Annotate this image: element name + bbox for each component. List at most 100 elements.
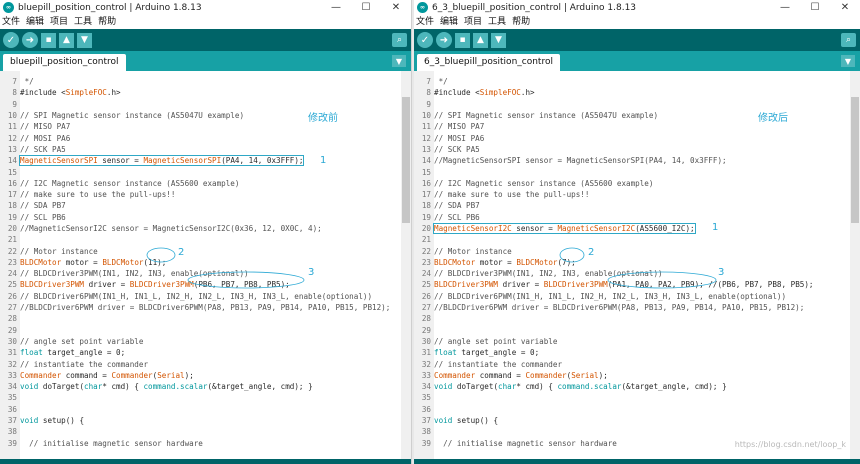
code-line[interactable]: 33 Commander command = Commander(Serial); — [0, 370, 401, 381]
code-line[interactable]: 17// make sure to use the pull-ups!! — [414, 189, 850, 200]
save-icon[interactable]: ▼ — [77, 32, 92, 48]
code-line[interactable]: 34 void doTarget(char* cmd) { command.sca… — [414, 381, 850, 392]
code-line[interactable]: 14//MagneticSensorSPI sensor = MagneticS… — [414, 155, 850, 166]
code-line[interactable]: 38 — [414, 426, 850, 437]
code-line[interactable]: 30// angle set point variable — [0, 336, 401, 347]
code-line[interactable]: 23 BLDCMotor motor = BLDCMotor(11); — [0, 257, 401, 268]
code-line[interactable]: 37 void setup() { — [0, 415, 401, 426]
code-line[interactable]: 9 — [0, 99, 401, 110]
code-line[interactable]: 16// I2C Magnetic sensor instance (AS560… — [0, 178, 401, 189]
code-line[interactable]: 15 — [0, 166, 401, 177]
code-line[interactable]: 16// I2C Magnetic sensor instance (AS560… — [414, 178, 850, 189]
new-icon[interactable]: ▪ — [455, 32, 470, 48]
code-line[interactable]: 23 BLDCMotor motor = BLDCMotor(7); — [414, 257, 850, 268]
code-line[interactable]: 32// instantiate the commander — [0, 358, 401, 369]
minimize-button[interactable]: — — [770, 0, 800, 15]
code-line[interactable]: 10// SPI Magnetic sensor instance (AS504… — [0, 110, 401, 121]
open-icon[interactable]: ▲ — [59, 32, 74, 48]
code-line[interactable]: 21 — [414, 234, 850, 245]
verify-icon[interactable]: ✓ — [417, 32, 433, 48]
code-line[interactable]: 36 — [414, 404, 850, 415]
code-line[interactable]: 35 — [414, 392, 850, 403]
code-line[interactable]: 12// MOSI PA6 — [0, 132, 401, 143]
code-line[interactable]: 15 — [414, 166, 850, 177]
code-line[interactable]: 22// Motor instance — [0, 245, 401, 256]
code-line[interactable]: 18// SDA PB7 — [0, 200, 401, 211]
code-line[interactable]: 18// SDA PB7 — [414, 200, 850, 211]
code-line[interactable]: 19// SCL PB6 — [414, 212, 850, 223]
menu-sketch[interactable]: 项目 — [50, 15, 68, 29]
code-line[interactable]: 8 #include <SimpleFOC.h> — [0, 87, 401, 98]
tab-menu-icon[interactable]: ▼ — [841, 55, 855, 67]
code-line[interactable]: 31 float target_angle = 0; — [414, 347, 850, 358]
code-line[interactable]: 32// instantiate the commander — [414, 358, 850, 369]
code-line[interactable]: 24// BLDCDriver3PWM(IN1, IN2, IN3, enabl… — [0, 268, 401, 279]
code-line[interactable]: 29 — [0, 325, 401, 336]
menu-help[interactable]: 帮助 — [98, 15, 116, 29]
minimize-button[interactable]: — — [321, 0, 351, 15]
code-line[interactable]: 31 float target_angle = 0; — [0, 347, 401, 358]
code-line[interactable]: 35 — [0, 392, 401, 403]
code-line[interactable]: 39 // initialise magnetic sensor hardwar… — [0, 438, 401, 449]
close-button[interactable]: ✕ — [381, 0, 411, 15]
code-line[interactable]: 36 — [0, 404, 401, 415]
code-line[interactable]: 30// angle set point variable — [414, 336, 850, 347]
menu-file[interactable]: 文件 — [2, 15, 20, 29]
menu-edit[interactable]: 编辑 — [26, 15, 44, 29]
upload-icon[interactable]: ➜ — [22, 32, 38, 48]
code-line[interactable]: 29 — [414, 325, 850, 336]
code-line[interactable]: 22// Motor instance — [414, 245, 850, 256]
menu-edit[interactable]: 编辑 — [440, 15, 458, 29]
code-line[interactable]: 17// make sure to use the pull-ups!! — [0, 189, 401, 200]
code-line[interactable]: 7 */ — [414, 76, 850, 87]
code-line[interactable]: 20//MagneticSensorI2C sensor = MagneticS… — [0, 223, 401, 234]
close-button[interactable]: ✕ — [830, 0, 860, 15]
menu-tools[interactable]: 工具 — [488, 15, 506, 29]
code-line[interactable]: 20 MagneticSensorI2C sensor = MagneticSen… — [414, 223, 850, 234]
code-line[interactable]: 34 void doTarget(char* cmd) { command.sca… — [0, 381, 401, 392]
code-line[interactable]: 12// MOSI PA6 — [414, 132, 850, 143]
code-editor[interactable]: 7 */8 #include <SimpleFOC.h> 9 10// SPI Mag… — [0, 71, 411, 459]
upload-icon[interactable]: ➜ — [436, 32, 452, 48]
code-line[interactable]: 33 Commander command = Commander(Serial); — [414, 370, 850, 381]
code-line[interactable]: 28 — [414, 313, 850, 324]
code-line[interactable]: 27//BLDCDriver6PWM driver = BLDCDriver6P… — [414, 302, 850, 313]
code-line[interactable]: 11// MISO PA7 — [0, 121, 401, 132]
scroll-thumb[interactable] — [851, 97, 859, 223]
code-line[interactable]: 25 BLDCDriver3PWM driver = BLDCDriver3PWM… — [414, 279, 850, 290]
sketch-tab[interactable]: 6_3_bluepill_position_control — [417, 54, 560, 71]
maximize-button[interactable]: ☐ — [800, 0, 830, 15]
scroll-thumb[interactable] — [402, 97, 410, 223]
code-line[interactable]: 21 — [0, 234, 401, 245]
code-line[interactable]: 28 — [0, 313, 401, 324]
verify-icon[interactable]: ✓ — [3, 32, 19, 48]
serial-monitor-icon[interactable]: ⌕ — [392, 33, 407, 47]
code-line[interactable]: 27//BLDCDriver6PWM driver = BLDCDriver6P… — [0, 302, 401, 313]
new-icon[interactable]: ▪ — [41, 32, 56, 48]
code-editor[interactable]: 7 */8 #include <SimpleFOC.h> 9 10// SPI Mag… — [414, 71, 860, 459]
serial-monitor-icon[interactable]: ⌕ — [841, 33, 856, 47]
code-line[interactable]: 26// BLDCDriver6PWM(IN1_H, IN1_L, IN2_H,… — [414, 291, 850, 302]
code-line[interactable]: 13// SCK PA5 — [414, 144, 850, 155]
code-line[interactable]: 7 */ — [0, 76, 401, 87]
menu-tools[interactable]: 工具 — [74, 15, 92, 29]
code-line[interactable]: 38 — [0, 426, 401, 437]
code-line[interactable]: 37 void setup() { — [414, 415, 850, 426]
maximize-button[interactable]: ☐ — [351, 0, 381, 15]
code-line[interactable]: 24// BLDCDriver3PWM(IN1, IN2, IN3, enabl… — [414, 268, 850, 279]
sketch-tab[interactable]: bluepill_position_control — [3, 54, 126, 71]
menu-file[interactable]: 文件 — [416, 15, 434, 29]
menu-help[interactable]: 帮助 — [512, 15, 530, 29]
code-line[interactable]: 26// BLDCDriver6PWM(IN1_H, IN1_L, IN2_H,… — [0, 291, 401, 302]
vertical-scrollbar[interactable] — [401, 71, 411, 459]
code-line[interactable]: 25 BLDCDriver3PWM driver = BLDCDriver3PWM… — [0, 279, 401, 290]
save-icon[interactable]: ▼ — [491, 32, 506, 48]
menu-sketch[interactable]: 项目 — [464, 15, 482, 29]
vertical-scrollbar[interactable] — [850, 71, 860, 459]
open-icon[interactable]: ▲ — [473, 32, 488, 48]
code-line[interactable]: 8 #include <SimpleFOC.h> — [414, 87, 850, 98]
code-line[interactable]: 14 MagneticSensorSPI sensor = MagneticSen… — [0, 155, 401, 167]
code-line[interactable]: 13// SCK PA5 — [0, 144, 401, 155]
code-line[interactable]: 19// SCL PB6 — [0, 212, 401, 223]
tab-menu-icon[interactable]: ▼ — [392, 55, 406, 67]
